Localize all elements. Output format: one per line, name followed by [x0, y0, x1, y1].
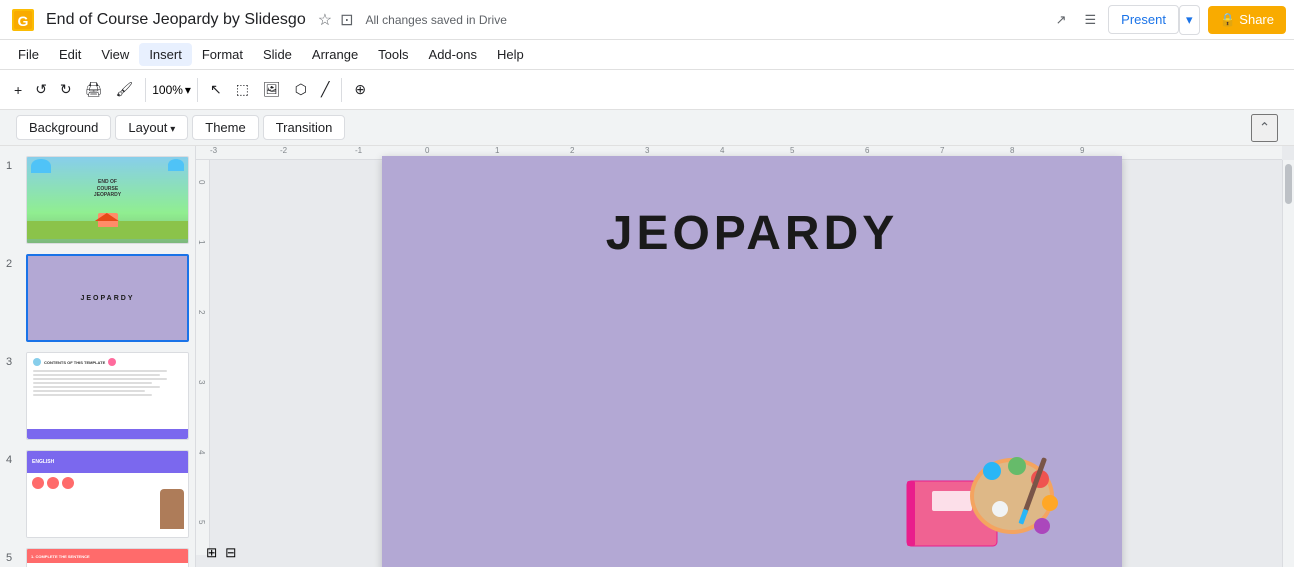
toolbar-left-group: + ↺ ↻ 🖨 🖌 [8, 77, 139, 102]
zoom-dropdown-icon: ▾ [185, 83, 191, 97]
palette-decoration [902, 441, 1062, 551]
slide-thumb-3: CONTENTS OF THIS TEMPLATE [26, 352, 189, 440]
activity-icon: ↗ [1056, 12, 1067, 28]
toolbar-sep-1 [145, 78, 146, 102]
scroll-thumb-v[interactable] [1285, 164, 1292, 204]
comments-icon: ☰ [1085, 12, 1097, 28]
slide-item-1[interactable]: 1 END OFCOURSEJEOPARDY [4, 154, 191, 246]
add-alt-icon: ⊕ [354, 81, 366, 98]
shape-tool-btn[interactable]: ⬡ [289, 77, 313, 102]
paint-format-btn[interactable]: 🖌 [109, 77, 139, 102]
menu-arrange[interactable]: Arrange [302, 43, 368, 66]
menu-format[interactable]: Format [192, 43, 253, 66]
slide-thumb-1: END OFCOURSEJEOPARDY [26, 156, 189, 244]
save-status: All changes saved in Drive [365, 13, 506, 27]
comments-button[interactable]: ☰ [1079, 6, 1103, 34]
star-icon[interactable]: ☆ [318, 10, 332, 30]
menu-insert[interactable]: Insert [139, 43, 192, 66]
doc-title: End of Course Jeopardy by Slidesgo [46, 11, 306, 29]
transition-btn[interactable]: Transition [263, 115, 346, 140]
slide-thumb-4: ENGLISH [26, 450, 189, 538]
add-btn-alt[interactable]: ⊕ [348, 77, 372, 102]
slide-item-2[interactable]: 2 JEOPARDY [4, 252, 191, 344]
toolbar: + ↺ ↻ 🖨 🖌 100% ▾ ↖ ⬚ 🖼 ⬡ ╱ ⊕ [0, 70, 1294, 110]
slide-item-5[interactable]: 5 1. COMPLETE THE SENTENCE [4, 546, 191, 567]
toolbar-sep-3 [341, 78, 342, 102]
slide-num-5: 5 [6, 552, 22, 564]
menu-add-ons[interactable]: Add-ons [419, 43, 487, 66]
slide-item-3[interactable]: 3 CONTENTS OF THIS TEMPLATE [4, 350, 191, 442]
grid-view-btn[interactable]: ⊞ [204, 543, 219, 563]
ruler-vertical: 0 1 2 3 4 5 [196, 160, 210, 555]
canvas-area[interactable]: -3 -2 -1 0 1 2 3 4 5 6 7 8 9 0 1 2 3 4 5 [196, 146, 1294, 567]
slide-toolbar: Background Layout Theme Transition ⌃ [0, 110, 1294, 146]
redo-icon: ↻ [60, 81, 72, 98]
scrollbar-vertical[interactable] [1282, 160, 1294, 567]
activity-button[interactable]: ↗ [1050, 6, 1073, 34]
slide-thumb-2: JEOPARDY [26, 254, 189, 342]
select-icon: ↖ [210, 81, 222, 98]
line-tool-btn[interactable]: ╱ [315, 77, 335, 102]
frame-icon: ⬚ [236, 81, 249, 98]
menu-bar: File Edit View Insert Format Slide Arran… [0, 40, 1294, 70]
share-button[interactable]: 🔒 Share [1208, 6, 1287, 34]
theme-btn[interactable]: Theme [192, 115, 258, 140]
menu-help[interactable]: Help [487, 43, 534, 66]
menu-slide[interactable]: Slide [253, 43, 302, 66]
slide-num-2: 2 [6, 258, 22, 270]
slide-canvas[interactable]: JEOPARDY [382, 156, 1122, 567]
main-area: 1 END OFCOURSEJEOPARDY 2 [0, 146, 1294, 567]
toolbar-sep-2 [197, 78, 198, 102]
slide-num-1: 1 [6, 160, 22, 172]
print-icon: 🖨 [85, 81, 103, 98]
menu-tools[interactable]: Tools [368, 43, 418, 66]
folder-icon[interactable]: ⊡ [340, 10, 353, 30]
undo-icon: ↺ [35, 81, 47, 98]
shape-icon: ⬡ [295, 81, 307, 98]
slide-thumb-5: 1. COMPLETE THE SENTENCE [26, 548, 189, 567]
collapse-icon: ⌃ [1259, 120, 1270, 135]
slide-main-title[interactable]: JEOPARDY [606, 206, 899, 261]
redo-btn[interactable]: ↻ [54, 77, 78, 102]
layout-btn[interactable]: Layout [115, 115, 188, 140]
slide-item-4[interactable]: 4 ENGLISH [4, 448, 191, 540]
paint-icon: 🖌 [115, 81, 133, 98]
present-button[interactable]: Present [1108, 5, 1179, 34]
image-icon: 🖼 [263, 81, 281, 98]
view-controls: ⊞ ⊟ [204, 543, 238, 563]
background-btn[interactable]: Background [16, 115, 111, 140]
image-tool-btn[interactable]: 🖼 [257, 77, 287, 102]
grid-icon: ⊞ [206, 545, 217, 560]
frame-tool-btn[interactable]: ⬚ [230, 77, 255, 102]
menu-view[interactable]: View [91, 43, 139, 66]
add-slide-btn[interactable]: + [8, 78, 28, 102]
list-icon: ⊟ [225, 545, 236, 560]
print-btn[interactable]: 🖨 [79, 77, 109, 102]
present-dropdown-button[interactable]: ▾ [1179, 5, 1200, 35]
zoom-value: 100% [152, 83, 183, 97]
undo-btn[interactable]: ↺ [29, 77, 53, 102]
list-view-btn[interactable]: ⊟ [223, 543, 238, 563]
select-tool-btn[interactable]: ↖ [204, 77, 228, 102]
slide-num-3: 3 [6, 356, 22, 368]
menu-edit[interactable]: Edit [49, 43, 91, 66]
svg-text:G: G [18, 13, 29, 29]
slide-num-4: 4 [6, 454, 22, 466]
title-bar: G End of Course Jeopardy by Slidesgo ☆ ⊡… [0, 0, 1294, 40]
collapse-btn[interactable]: ⌃ [1251, 114, 1278, 142]
line-icon: ╱ [321, 81, 329, 98]
slide-panel: 1 END OFCOURSEJEOPARDY 2 [0, 146, 196, 567]
menu-file[interactable]: File [8, 43, 49, 66]
add-icon: + [14, 82, 22, 98]
app-logo: G [8, 5, 38, 35]
zoom-control[interactable]: 100% ▾ [152, 83, 191, 97]
